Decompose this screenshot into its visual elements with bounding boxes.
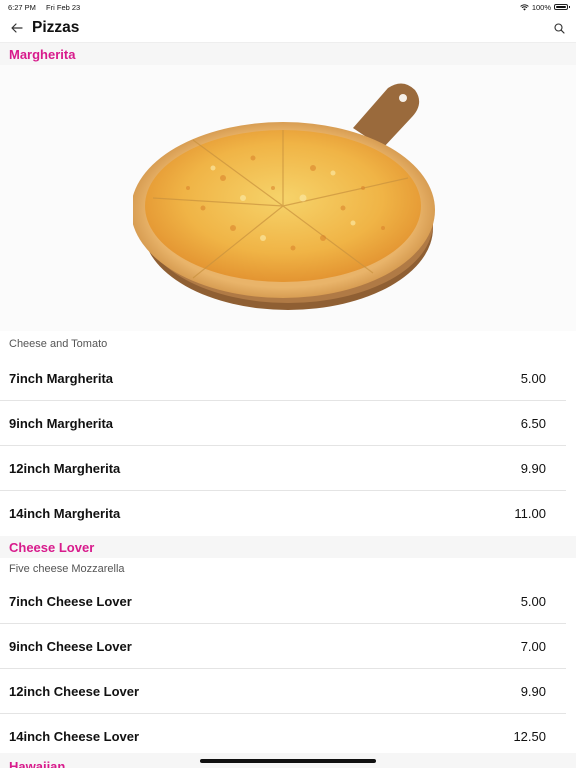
menu-item-price: 5.00 [520,594,546,609]
section-header-cheese-lover: Cheese Lover [0,536,576,558]
menu-item-name: 7inch Cheese Lover [9,594,132,609]
section-header-margherita: Margherita [0,43,576,65]
menu-item-row[interactable]: 9inch Margherita 6.50 [0,401,566,446]
section-description-cheese-lover: Five cheese Mozzarella [9,563,125,575]
margherita-pizza-image [133,83,435,310]
page-title: Pizzas [32,19,80,36]
menu-list-cheese-lover: 7inch Cheese Lover 5.00 9inch Cheese Lov… [0,580,576,759]
menu-item-row[interactable]: 7inch Margherita 5.00 [0,357,566,401]
menu-item-price: 9.90 [520,683,546,699]
home-indicator[interactable] [200,759,376,763]
menu-item-price: 5.00 [520,371,546,386]
back-button[interactable] [8,19,26,37]
menu-item-row[interactable]: 7inch Cheese Lover 5.00 [0,580,566,624]
menu-item-name: 14inch Margherita [9,506,121,521]
menu-list-margherita: 7inch Margherita 5.00 9inch Margherita 6… [0,357,576,536]
menu-item-price: 7.00 [520,638,546,654]
menu-item-name: 9inch Margherita [9,415,114,431]
menu-item-name: 12inch Cheese Lover [9,683,140,699]
menu-item-name: 12inch Margherita [9,460,121,476]
status-time: 6:27 PM [8,2,36,12]
battery-icon [554,4,570,10]
app-header: Pizzas [0,14,576,43]
menu-item-row[interactable]: 12inch Cheese Lover 9.90 [0,669,566,714]
status-bar: 6:27 PM Fri Feb 23 100% [0,0,576,14]
menu-item-name: 9inch Cheese Lover [9,638,132,654]
menu-item-row[interactable]: 9inch Cheese Lover 7.00 [0,624,566,669]
search-icon [553,22,565,34]
menu-item-price: 9.90 [520,460,546,476]
menu-item-name: 7inch Margherita [9,371,114,386]
menu-item-row[interactable]: 14inch Margherita 11.00 [0,491,566,536]
menu-item-name: 14inch Cheese Lover [9,729,140,744]
menu-item-price: 12.50 [513,729,546,744]
wifi-icon [520,3,529,10]
status-date: Fri Feb 23 [46,2,81,12]
search-button[interactable] [550,19,568,37]
menu-item-price: 11.00 [514,506,546,521]
menu-item-price: 6.50 [520,415,546,431]
section-description-margherita: Cheese and Tomato [9,338,108,350]
battery-percent: 100% [531,2,551,12]
arrow-left-icon [11,23,23,33]
pizza-image [0,65,576,331]
menu-item-row[interactable]: 12inch Margherita 9.90 [0,446,566,491]
